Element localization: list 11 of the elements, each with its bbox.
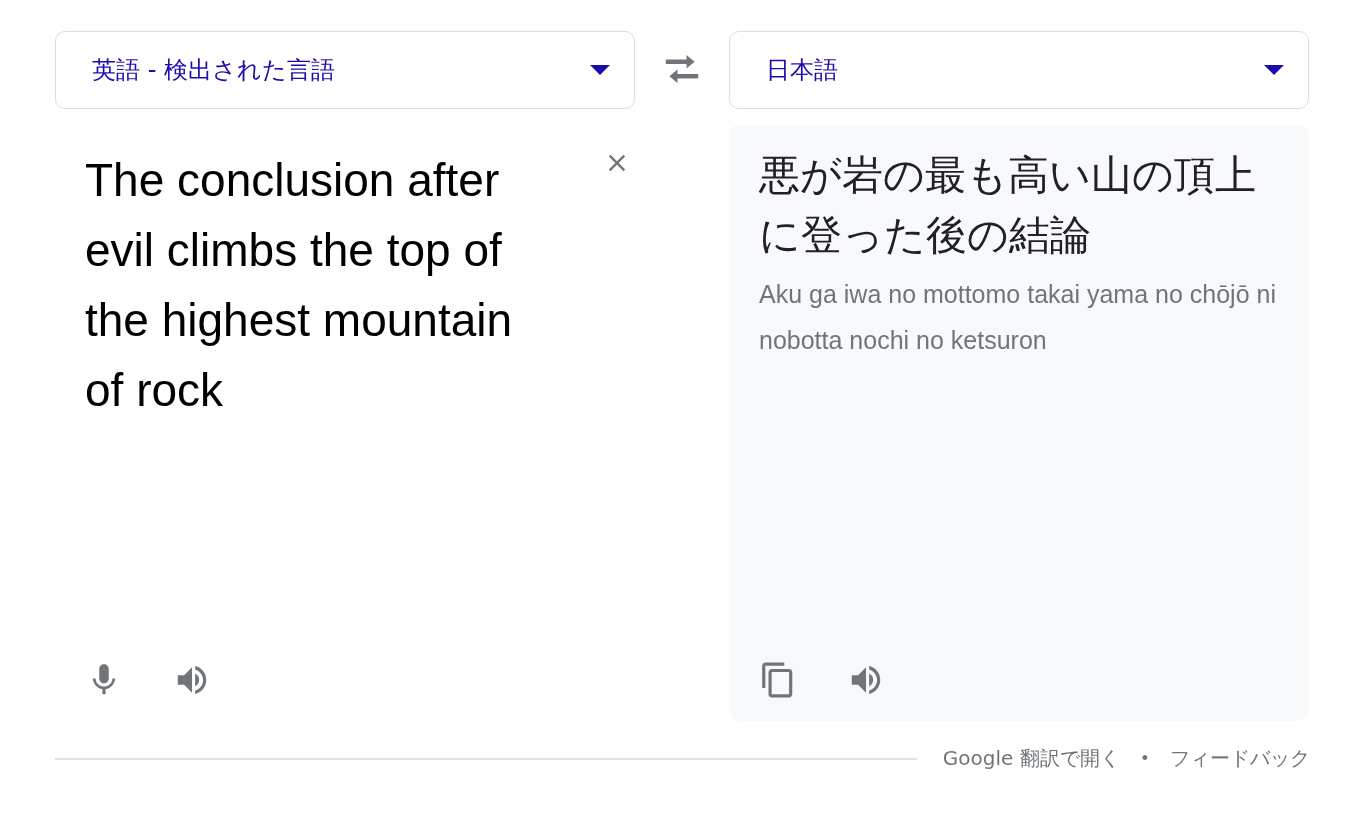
translated-text: 悪が岩の最も高い山の頂上に登った後の結論 — [759, 150, 1257, 261]
footer-link[interactable]: フィードバック — [1170, 745, 1310, 772]
romanization-text: Aku ga iwa no mottomo takai yama no chōjō ni nobotta nochi no ketsuron — [759, 279, 1277, 356]
source-text[interactable]: The conclusion after evil climbs the top of the highest mountain of rock — [85, 145, 525, 425]
separator-dot: • — [1141, 748, 1148, 769]
dropdown-caret-icon — [1264, 65, 1284, 75]
dropdown-caret-icon — [590, 65, 610, 75]
source-language-dropdown[interactable]: 英語 - 検出された言語 — [55, 31, 635, 109]
swap-icon[interactable] — [664, 55, 700, 85]
footer-link[interactable]: Google 翻訳で開く — [942, 745, 1120, 772]
target-language-dropdown[interactable]: 日本語 — [729, 31, 1309, 109]
